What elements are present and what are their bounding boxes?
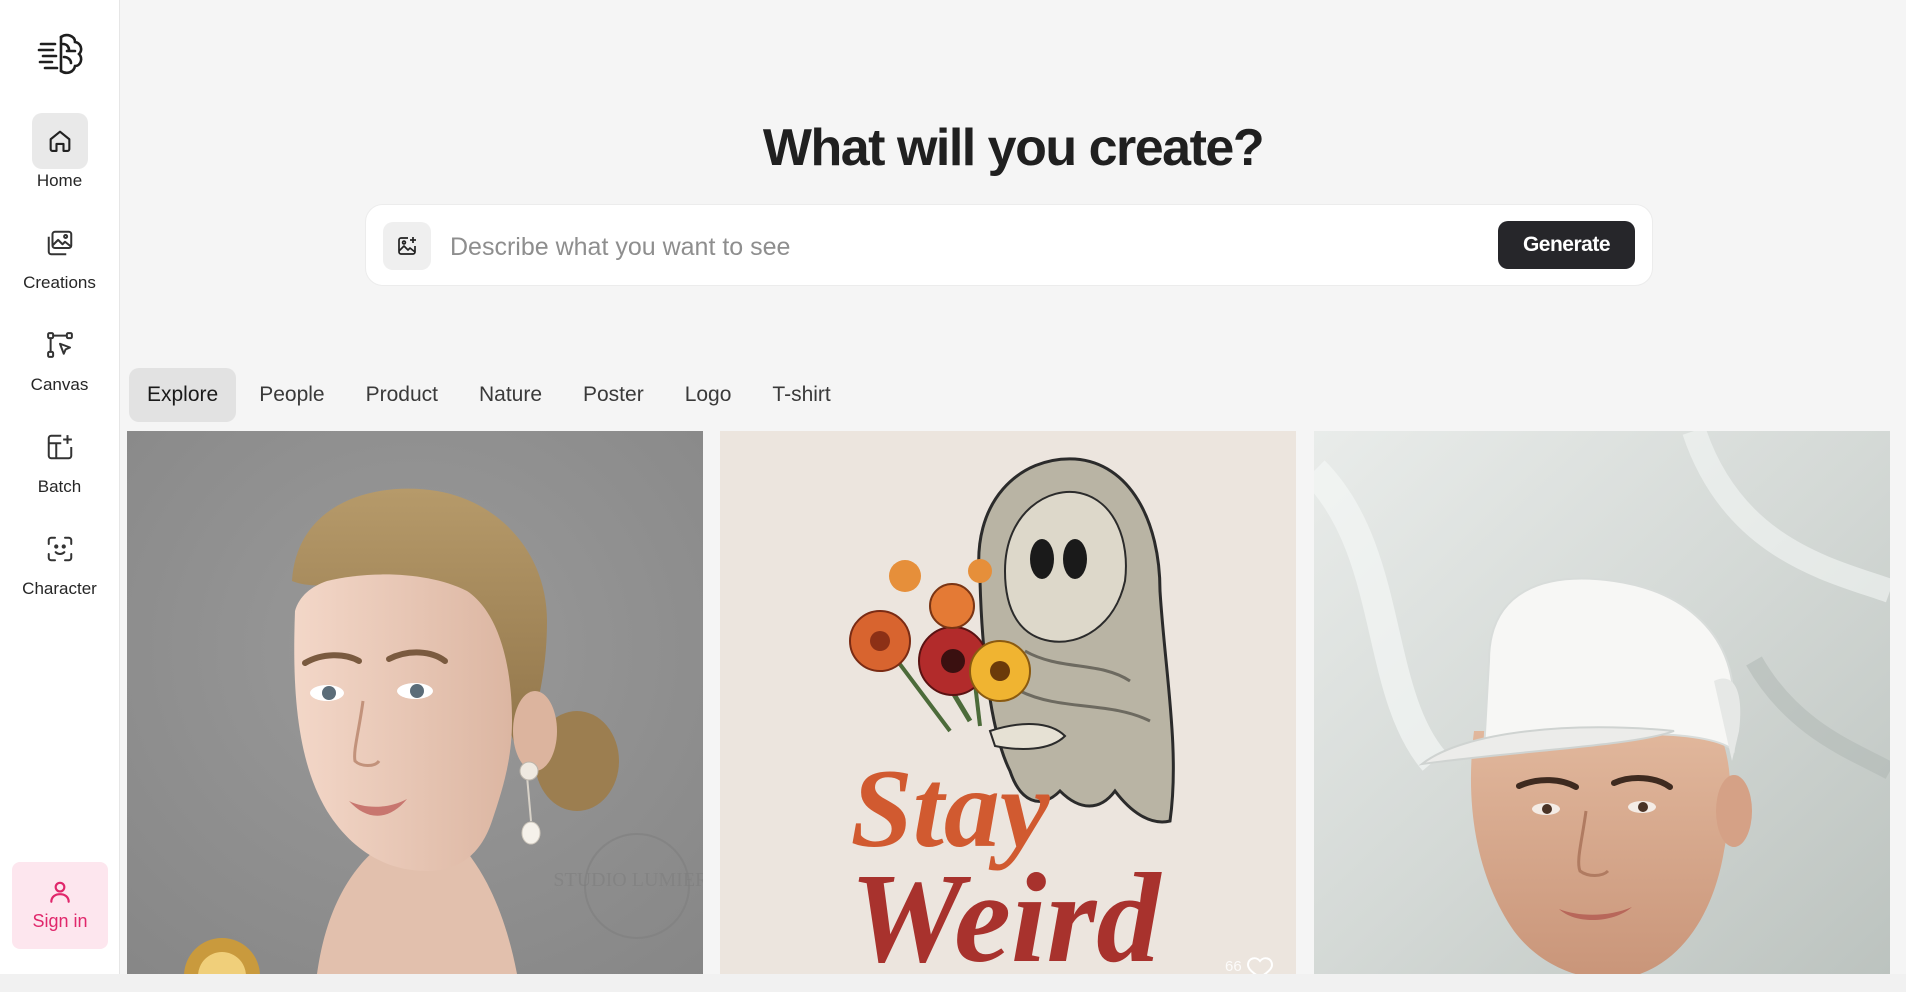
page-bottom-strip — [0, 974, 1906, 992]
sidebar-item-label: Character — [22, 579, 97, 598]
man-cap-image — [1314, 431, 1890, 974]
batch-icon — [32, 419, 88, 475]
sidebar-item-label: Canvas — [30, 375, 89, 394]
character-icon — [32, 521, 88, 577]
prompt-bar: Generate — [365, 204, 1653, 286]
sidebar-item-character[interactable]: Character — [0, 521, 119, 611]
design-text-line2: Weird — [850, 847, 1163, 974]
stay-weird-image: Stay Weird 66 — [720, 431, 1296, 974]
sidebar-item-canvas[interactable]: Canvas — [0, 317, 119, 407]
tab-explore[interactable]: Explore — [129, 368, 237, 422]
gallery-icon — [32, 215, 88, 271]
prompt-input[interactable] — [448, 225, 1442, 269]
tab-logo[interactable]: Logo — [667, 368, 750, 422]
gallery-card[interactable]: Stay Weird 66 — [720, 431, 1296, 974]
gallery-card[interactable] — [1314, 431, 1890, 974]
sign-in-button[interactable]: Sign in — [12, 862, 108, 949]
tab-nature[interactable]: Nature — [461, 368, 560, 422]
brain-icon[interactable] — [37, 30, 85, 78]
page-title: What will you create? — [762, 119, 1265, 177]
category-tabs: Explore People Product Nature Poster Log… — [129, 368, 854, 422]
image-upload-button[interactable] — [383, 222, 431, 270]
user-icon — [50, 881, 70, 903]
sidebar-item-creations[interactable]: Creations — [0, 215, 119, 305]
generate-button[interactable]: Generate — [1498, 221, 1635, 269]
woman-portrait-image: STUDIO LUMIERE — [127, 431, 703, 974]
watermark-text: STUDIO LUMIERE — [553, 869, 703, 891]
sidebar-item-label: Creations — [23, 273, 96, 292]
sign-in-label: Sign in — [32, 911, 88, 931]
gallery-card[interactable]: STUDIO LUMIERE — [127, 431, 703, 974]
sidebar: Home Creations Canvas Batch Character Si… — [0, 0, 120, 974]
tab-product[interactable]: Product — [348, 368, 456, 422]
tab-tshirt[interactable]: T-shirt — [754, 368, 848, 422]
like-count: 66 — [1225, 958, 1242, 974]
sidebar-item-batch[interactable]: Batch — [0, 419, 119, 509]
image-add-icon — [398, 237, 416, 255]
tab-poster[interactable]: Poster — [565, 368, 662, 422]
sidebar-item-home[interactable]: Home — [0, 113, 119, 203]
sidebar-item-label: Batch — [37, 477, 82, 496]
sidebar-item-label: Home — [36, 171, 83, 190]
canvas-icon — [32, 317, 88, 373]
home-icon — [31, 113, 88, 169]
tab-people[interactable]: People — [241, 368, 342, 422]
